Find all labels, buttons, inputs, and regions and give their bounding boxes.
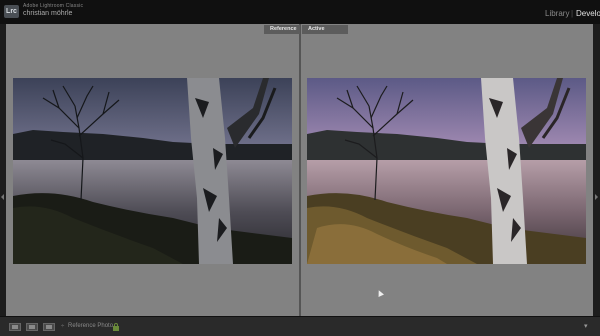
reference-view-button[interactable] xyxy=(43,323,55,331)
active-photo[interactable] xyxy=(307,78,586,264)
user-name: christian möhrle xyxy=(23,10,73,17)
toolbar-separator: ÷ xyxy=(61,324,65,330)
module-separator: | xyxy=(571,9,574,18)
module-library[interactable]: Library xyxy=(545,9,569,18)
before-after-view-button[interactable] xyxy=(26,323,38,331)
compare-viewer: Reference Active xyxy=(6,24,593,316)
triangle-right-icon xyxy=(595,194,598,200)
mouse-cursor-icon xyxy=(376,289,384,297)
lock-body xyxy=(113,326,119,331)
active-label: Active xyxy=(302,25,348,34)
triangle-left-icon xyxy=(1,194,4,200)
loupe-view-button[interactable] xyxy=(9,323,21,331)
reference-photo-label: Reference Photo xyxy=(68,323,114,329)
toolbar-dropdown-icon[interactable]: ▾ xyxy=(584,322,588,330)
app-name: Adobe Lightroom Classic xyxy=(23,3,84,9)
reference-label: Reference xyxy=(264,25,300,34)
view-divider xyxy=(299,24,301,316)
identity-plate: Lrc Adobe Lightroom Classic christian mö… xyxy=(0,0,600,24)
right-panel-toggle[interactable] xyxy=(593,24,600,316)
reference-photo[interactable] xyxy=(13,78,292,264)
lightroom-logo-icon: Lrc xyxy=(4,5,19,18)
bottom-toolbar: ÷ Reference Photo ▾ xyxy=(0,316,600,336)
module-develop[interactable]: Develop xyxy=(576,9,600,18)
lock-icon[interactable] xyxy=(113,323,119,331)
